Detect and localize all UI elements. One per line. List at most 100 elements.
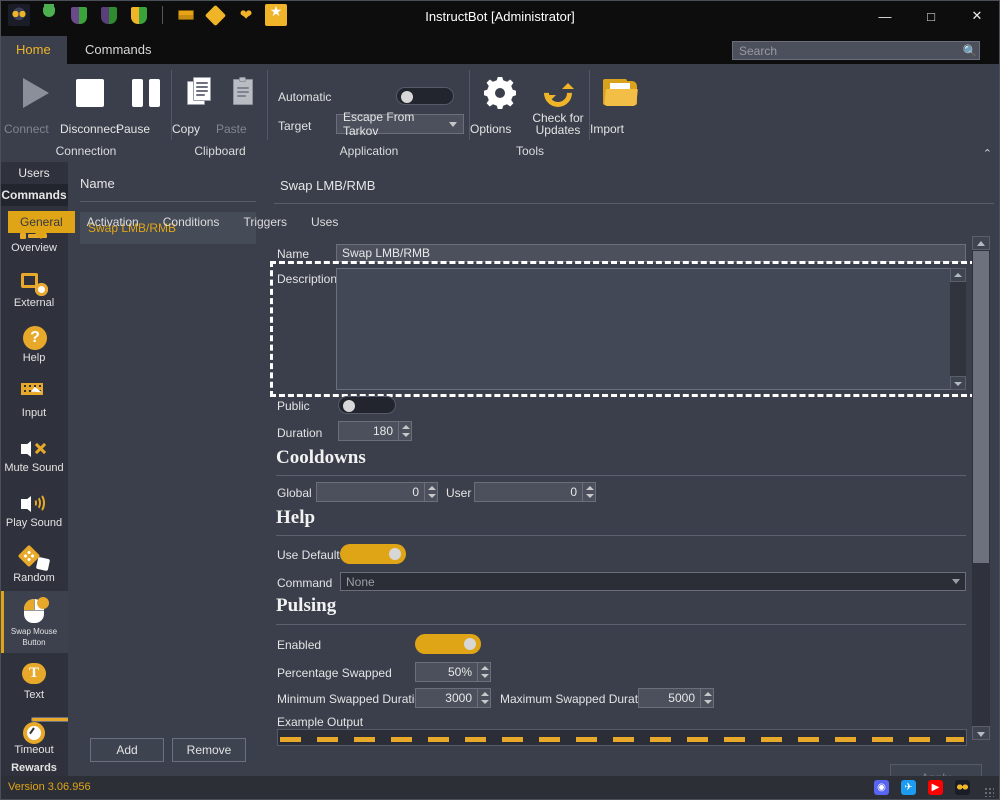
tab-conditions[interactable]: Conditions bbox=[151, 211, 232, 233]
sidebar-item-mute-sound[interactable]: Mute Sound bbox=[0, 426, 68, 481]
percentage-swapped-spinner[interactable] bbox=[477, 662, 491, 682]
twitter-icon[interactable]: ✈ bbox=[901, 780, 916, 795]
ribbon-tab-home[interactable]: Home bbox=[0, 36, 67, 64]
random-dice-icon bbox=[17, 544, 51, 572]
sidebar-item-external[interactable]: External bbox=[0, 261, 68, 316]
paste-icon bbox=[229, 76, 263, 110]
sidebar-item-timeout[interactable]: Timeout bbox=[0, 708, 68, 763]
collapse-ribbon-icon[interactable]: ⌃ bbox=[983, 147, 992, 160]
percentage-swapped-value[interactable]: 50% bbox=[415, 662, 477, 682]
enabled-toggle[interactable] bbox=[415, 634, 481, 654]
target-combobox[interactable]: Escape From Tarkov bbox=[336, 110, 464, 138]
ribbon-tab-commands[interactable]: Commands bbox=[69, 36, 167, 64]
duration-value[interactable]: 180 bbox=[338, 421, 398, 441]
maximum-swapped-duration-label: Maximum Swapped Duration bbox=[500, 692, 655, 706]
disconnect-button[interactable]: Disconnect bbox=[60, 70, 120, 138]
import-button[interactable]: Import bbox=[590, 70, 650, 138]
ribbon: Connect Disconnect Pause Connection Copy… bbox=[0, 64, 1000, 162]
cooldowns-divider bbox=[276, 475, 966, 476]
add-button[interactable]: Add bbox=[90, 738, 164, 762]
sidebar-label-help: Help bbox=[22, 351, 46, 364]
group-label-application: Application bbox=[339, 144, 399, 158]
sidebar-item-help[interactable]: ? Help bbox=[0, 316, 68, 371]
scroll-down-button[interactable] bbox=[972, 726, 990, 740]
tab-activation[interactable]: Activation bbox=[75, 211, 151, 233]
duration-spinner[interactable] bbox=[398, 421, 412, 441]
description-scrollbar[interactable] bbox=[950, 268, 966, 390]
description-textarea[interactable] bbox=[336, 268, 966, 390]
stop-icon bbox=[73, 76, 107, 110]
owl-icon[interactable] bbox=[955, 780, 970, 795]
name-input[interactable] bbox=[336, 244, 966, 262]
sidebar-item-random[interactable]: Random bbox=[0, 536, 68, 591]
duration-label: Duration bbox=[277, 426, 323, 440]
tab-general[interactable]: General bbox=[8, 211, 75, 239]
use-default-toggle[interactable] bbox=[340, 544, 406, 564]
connect-button[interactable]: Connect bbox=[4, 70, 64, 138]
detail-title: Swap LMB/RMB bbox=[280, 178, 376, 193]
search-box[interactable]: 🔍 bbox=[732, 41, 980, 60]
name-label: Name bbox=[277, 247, 310, 261]
minimize-button[interactable]: — bbox=[862, 0, 908, 32]
sidebar-item-swap-mouse-button[interactable]: Swap Mouse Button bbox=[0, 591, 68, 653]
pause-label: Pause bbox=[116, 122, 151, 136]
sidebar-item-play-sound[interactable]: Play Sound bbox=[0, 481, 68, 536]
refresh-icon bbox=[538, 73, 578, 113]
scrollbar-thumb[interactable] bbox=[973, 251, 989, 563]
user-cooldown-value[interactable]: 0 bbox=[474, 482, 582, 502]
global-cooldown-stepper[interactable]: 0 bbox=[316, 482, 438, 502]
scroll-up-button[interactable] bbox=[972, 236, 990, 250]
minimum-swapped-duration-stepper[interactable]: 3000 bbox=[415, 688, 491, 708]
sidebar-item-users[interactable]: Users bbox=[0, 162, 68, 184]
global-cooldown-spinner[interactable] bbox=[424, 482, 438, 502]
resize-grip[interactable] bbox=[984, 787, 994, 797]
minimum-swapped-duration-label: Minimum Swapped Duration bbox=[277, 692, 428, 706]
swap-mouse-button-icon bbox=[19, 596, 49, 625]
version-label: Version 3.06.956 bbox=[8, 781, 91, 793]
user-cooldown-stepper[interactable]: 0 bbox=[474, 482, 596, 502]
tab-triggers[interactable]: Triggers bbox=[231, 211, 299, 233]
close-button[interactable]: ✕ bbox=[954, 0, 1000, 32]
chevron-down-icon bbox=[952, 579, 960, 584]
pulsing-heading: Pulsing bbox=[276, 595, 337, 616]
social-links: ◉ ✈ ▶ bbox=[874, 780, 970, 795]
input-icon bbox=[19, 379, 49, 407]
youtube-icon[interactable]: ▶ bbox=[928, 780, 943, 795]
target-label: Target bbox=[278, 119, 312, 133]
command-combobox[interactable]: None bbox=[340, 572, 966, 591]
search-input[interactable] bbox=[733, 43, 961, 58]
ribbon-group-import: Import bbox=[590, 64, 652, 162]
public-toggle[interactable] bbox=[338, 396, 396, 414]
timeout-stopwatch-icon bbox=[19, 716, 68, 744]
automatic-toggle[interactable] bbox=[396, 87, 454, 105]
tab-uses[interactable]: Uses bbox=[299, 211, 350, 233]
minimum-swapped-duration-value[interactable]: 3000 bbox=[415, 688, 477, 708]
sidebar-item-input[interactable]: Input bbox=[0, 371, 68, 426]
duration-stepper[interactable]: 180 bbox=[338, 421, 412, 441]
minimum-swapped-duration-spinner[interactable] bbox=[477, 688, 491, 708]
global-cooldown-value[interactable]: 0 bbox=[316, 482, 424, 502]
maximum-swapped-duration-value[interactable]: 5000 bbox=[638, 688, 700, 708]
pulsing-divider bbox=[276, 624, 966, 625]
maximum-swapped-duration-stepper[interactable]: 5000 bbox=[638, 688, 714, 708]
command-value: None bbox=[346, 574, 375, 589]
options-button[interactable]: Options bbox=[470, 70, 530, 138]
maximum-swapped-duration-spinner[interactable] bbox=[700, 688, 714, 708]
gear-icon bbox=[483, 76, 517, 110]
discord-icon[interactable]: ◉ bbox=[874, 780, 889, 795]
user-cooldown-spinner[interactable] bbox=[582, 482, 596, 502]
sidebar-item-commands[interactable]: Commands bbox=[0, 184, 68, 206]
pause-button[interactable]: Pause bbox=[116, 70, 176, 138]
sidebar-item-rewards[interactable]: Rewards bbox=[0, 763, 68, 776]
check-for-updates-label: Check for Updates bbox=[532, 111, 584, 137]
check-for-updates-button[interactable]: Check for Updates bbox=[524, 70, 592, 138]
help-icon: ? bbox=[19, 324, 49, 352]
percentage-swapped-stepper[interactable]: 50% bbox=[415, 662, 491, 682]
remove-button[interactable]: Remove bbox=[172, 738, 246, 762]
sidebar-item-text[interactable]: T Text bbox=[0, 653, 68, 708]
ribbon-group-connection: Connect Disconnect Pause Connection bbox=[0, 64, 172, 162]
list-column-header-name: Name bbox=[80, 176, 115, 191]
window-title: InstructBot [Administrator] bbox=[425, 9, 575, 24]
detail-scrollbar[interactable] bbox=[972, 236, 990, 740]
maximize-button[interactable]: □ bbox=[908, 0, 954, 32]
